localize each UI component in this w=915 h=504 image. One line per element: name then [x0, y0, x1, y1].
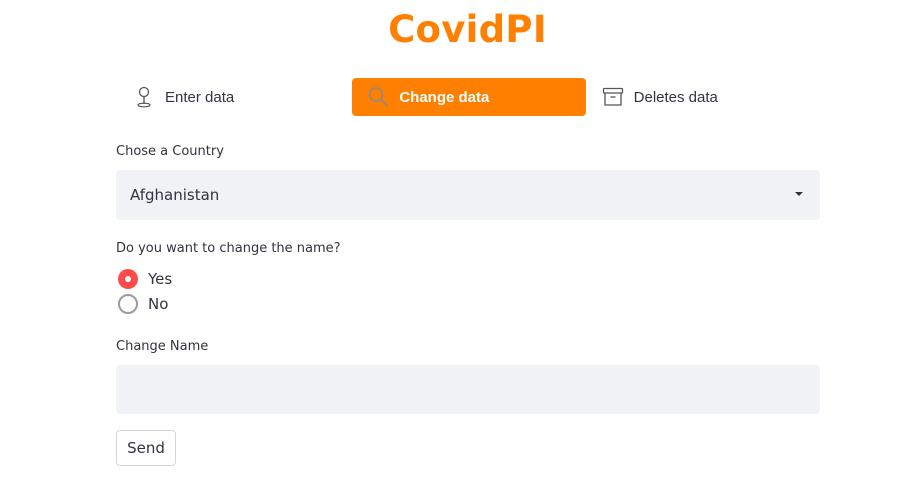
- change-name-input[interactable]: [116, 365, 820, 414]
- send-button[interactable]: Send: [116, 430, 176, 466]
- menu-item-change-data[interactable]: Change data: [352, 78, 586, 116]
- menu-item-label: Deletes data: [633, 88, 718, 106]
- menu-item-deletes-data[interactable]: Deletes data: [586, 78, 820, 116]
- map-pin-icon: [133, 86, 155, 108]
- change-name-question-label: Do you want to change the name?: [116, 241, 341, 256]
- country-select[interactable]: Afghanistan: [116, 170, 820, 220]
- app-container: CovidPI Enter data Change data Deletes d…: [0, 0, 915, 504]
- radio-option-yes[interactable]: Yes: [118, 269, 172, 289]
- chevron-down-icon: [795, 192, 803, 196]
- search-icon: [367, 86, 389, 108]
- country-select-value: Afghanistan: [130, 186, 220, 204]
- app-title: CovidPI: [388, 8, 547, 51]
- menu-item-label: Enter data: [165, 88, 235, 106]
- change-name-label: Change Name: [116, 339, 209, 354]
- radio-unchecked-icon: [118, 294, 138, 314]
- option-menu: Enter data Change data Deletes data: [116, 78, 820, 116]
- menu-item-enter-data[interactable]: Enter data: [116, 78, 351, 116]
- radio-option-no[interactable]: No: [118, 294, 168, 314]
- radio-checked-icon: [118, 269, 138, 289]
- radio-option-label: Yes: [148, 270, 173, 288]
- country-select-label: Chose a Country: [116, 144, 224, 159]
- archive-icon: [602, 86, 624, 108]
- radio-option-label: No: [148, 295, 169, 313]
- menu-item-label: Change data: [399, 88, 490, 106]
